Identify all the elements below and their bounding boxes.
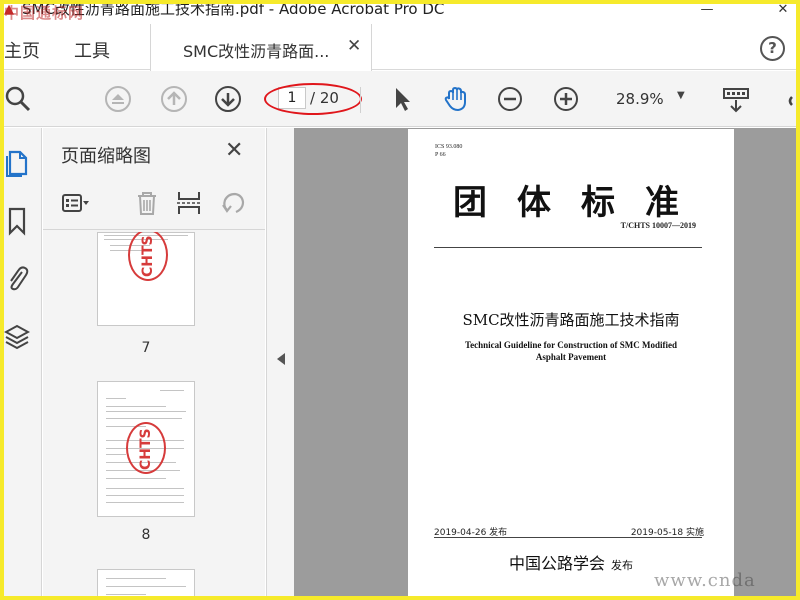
thumbnail-list: CHTS 7 CHTS 8: [43, 232, 243, 600]
next-page-icon[interactable]: [214, 85, 242, 113]
text-line: [106, 418, 182, 419]
thumbnail-number: 8: [141, 527, 151, 543]
watermark-top: 中国通标网: [4, 4, 85, 22]
thumbnails-panel: 页面缩略图 ✕ CHTS 7 CHTS 8: [43, 128, 304, 600]
thumbnail-page-7[interactable]: CHTS: [97, 232, 195, 326]
text-line: [106, 586, 186, 587]
close-window-button[interactable]: ✕: [766, 0, 800, 24]
search-icon[interactable]: [4, 85, 32, 113]
delete-page-icon[interactable]: [133, 189, 161, 217]
english-title: Technical Guideline for Construction of …: [448, 339, 694, 363]
panel-collapse-handle[interactable]: [266, 128, 294, 600]
text-line: [106, 411, 186, 412]
ics-code: ICS 93.080 P 66: [435, 143, 462, 159]
text-line: [106, 502, 184, 503]
thumbnail-page-8[interactable]: CHTS: [97, 381, 195, 517]
help-icon[interactable]: ?: [760, 36, 785, 61]
text-line: [106, 478, 166, 479]
classification-line: P 66: [435, 152, 446, 158]
zoom-in-icon[interactable]: [552, 85, 580, 113]
thumbnail-page-9[interactable]: [97, 569, 195, 600]
english-title-line: Technical Guideline for Construction of …: [464, 340, 677, 350]
tab-tools[interactable]: 工具: [74, 37, 110, 63]
options-menu-icon[interactable]: [61, 189, 89, 217]
text-line: [106, 398, 126, 399]
text-line: [106, 454, 126, 455]
text-line: [106, 406, 166, 407]
tab-document[interactable]: SMC改性沥青路面... ✕: [150, 24, 372, 71]
zoom-value: 28.9%: [616, 90, 664, 108]
thumbnail-number: 7: [141, 340, 151, 356]
watermark-bottom: www.cnda: [654, 570, 756, 591]
collapse-arrow-icon: [277, 353, 285, 365]
pdf-page: ICS 93.080 P 66 团体标准 T/CHTS 10007—2019 S…: [408, 129, 734, 600]
panel-title: 页面缩略图: [61, 146, 151, 167]
stamp-text: CHTS: [138, 428, 154, 470]
previous-page-icon[interactable]: [160, 85, 188, 113]
zoom-dropdown[interactable]: 28.9% ▼: [604, 87, 694, 111]
text-line: [106, 578, 166, 579]
title-bar: ▲ SMC改性沥青路面施工技术指南.pdf - Adobe Acrobat Pr…: [0, 0, 800, 24]
group-standard-heading: 团体标准: [453, 183, 709, 223]
more-tools-icon[interactable]: [782, 85, 800, 113]
extract-pages-icon[interactable]: [175, 189, 203, 217]
select-cursor-icon[interactable]: [388, 85, 416, 113]
text-line: [106, 488, 184, 489]
stamp-text: CHTS: [140, 235, 156, 277]
rotate-icon[interactable]: [219, 189, 247, 217]
text-line: [106, 495, 184, 496]
publisher-name: 中国公路学会: [508, 554, 605, 573]
english-title-line: Asphalt Pavement: [535, 352, 607, 362]
ics-line: ICS 93.080: [435, 144, 463, 150]
divider: [434, 537, 702, 538]
standard-number: T/CHTS 10007—2019: [620, 221, 696, 230]
page-thumbnails-icon[interactable]: [4, 148, 30, 178]
red-highlight-oval: [264, 83, 362, 115]
hand-tool-icon[interactable]: [442, 85, 470, 113]
tab-close-icon[interactable]: ✕: [347, 36, 361, 56]
page-navigator: 1 / 20: [264, 83, 362, 115]
tab-bar: 主页 工具 SMC改性沥青路面... ✕ ?: [0, 24, 800, 71]
tab-home[interactable]: 主页: [4, 37, 40, 63]
toolbar-divider: [360, 87, 361, 113]
zoom-out-icon[interactable]: [496, 85, 524, 113]
publisher-suffix: 发布: [611, 559, 633, 572]
chinese-title: SMC改性沥青路面施工技术指南: [462, 311, 680, 329]
panel-close-icon[interactable]: ✕: [225, 138, 243, 163]
window-title: SMC改性沥青路面施工技术指南.pdf - Adobe Acrobat Pro …: [22, 0, 445, 18]
layers-icon[interactable]: [3, 322, 31, 352]
bookmark-icon[interactable]: [4, 206, 30, 236]
divider: [434, 247, 702, 248]
navigation-rail: [0, 128, 42, 600]
page-display-icon[interactable]: [722, 85, 750, 113]
document-view[interactable]: ICS 93.080 P 66 团体标准 T/CHTS 10007—2019 S…: [294, 128, 800, 600]
thumbnail-toolbar: [43, 180, 265, 230]
text-line: [160, 390, 184, 391]
toolbar: 1 / 20 28.9% ▼: [0, 71, 800, 127]
attachment-icon[interactable]: [4, 262, 30, 292]
chevron-down-icon: ▼: [677, 90, 685, 101]
tab-document-label: SMC改性沥青路面...: [183, 42, 330, 61]
first-page-icon[interactable]: [104, 85, 132, 113]
text-line: [106, 594, 146, 595]
minimize-button[interactable]: —: [690, 0, 724, 24]
